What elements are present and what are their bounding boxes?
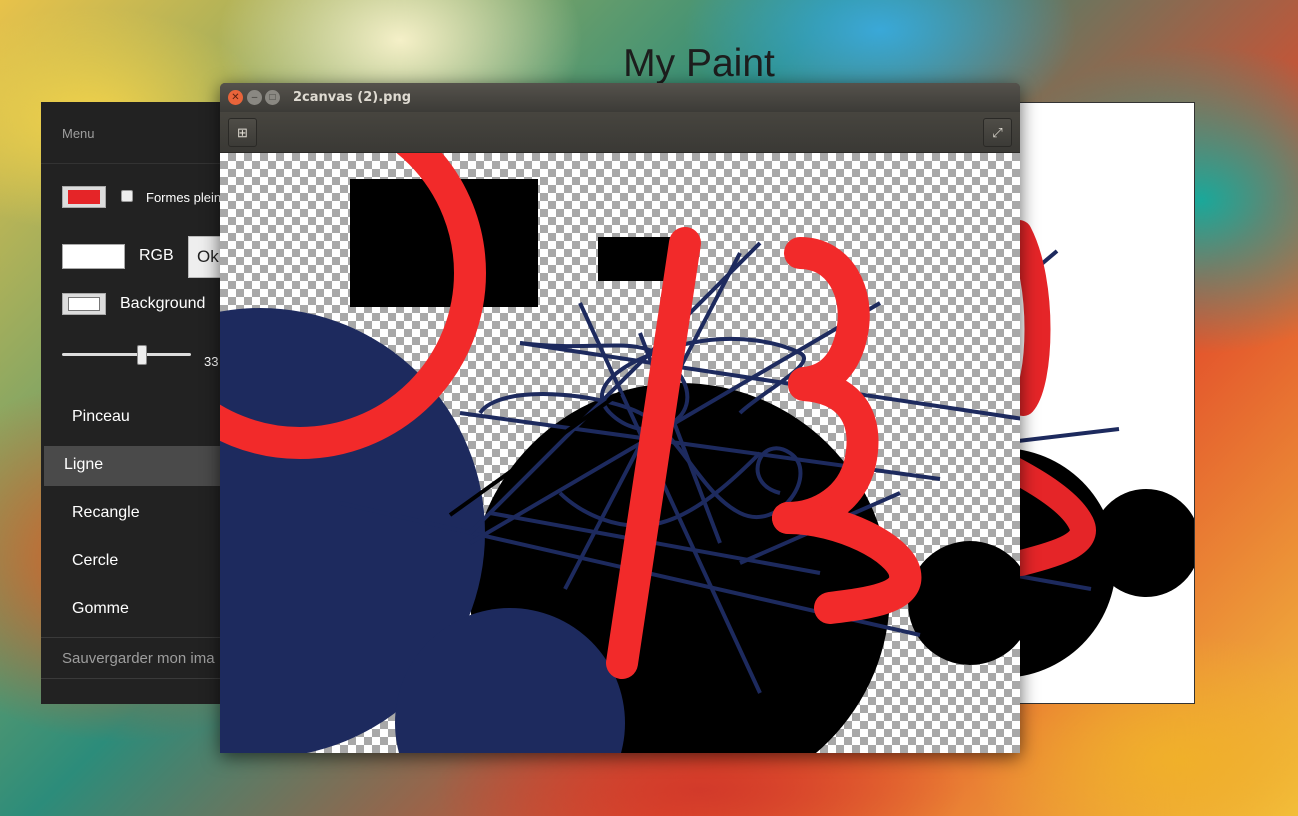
background-color-picker[interactable]: [62, 293, 106, 315]
window-title: 2canvas (2).png: [293, 90, 412, 105]
maximize-icon[interactable]: □: [265, 90, 280, 105]
size-slider-thumb[interactable]: [136, 345, 147, 365]
image-viewer-window: ✕ – □ 2canvas (2).png ⊞ ⤢: [220, 83, 1020, 753]
canvas-drawing: [1001, 220, 1194, 678]
image-display: [220, 153, 1020, 753]
page-title: My Paint: [623, 42, 775, 85]
window-titlebar[interactable]: ✕ – □ 2canvas (2).png: [220, 83, 1020, 112]
menu-divider: [41, 678, 231, 679]
rgb-input[interactable]: [62, 244, 125, 269]
drawing-canvas[interactable]: [1000, 102, 1195, 704]
filled-shapes-label: Formes plein: [146, 190, 222, 205]
close-icon[interactable]: ✕: [228, 90, 243, 105]
menu-header: Menu: [41, 102, 231, 164]
sidebar-menu: Menu Formes plein RGB Ok Background 33 P…: [41, 102, 238, 704]
size-value: 33: [204, 354, 219, 369]
background-color-swatch: [68, 297, 100, 311]
viewer-toolbar: ⊞ ⤢: [220, 112, 1020, 153]
tool-item-cercle[interactable]: Cercle: [44, 542, 230, 582]
menu-divider: [41, 637, 231, 638]
stroke-color-swatch: [68, 190, 100, 204]
size-slider-track[interactable]: [62, 353, 191, 356]
background-label: Background: [120, 295, 206, 312]
plus-icon[interactable]: ⊞: [228, 118, 257, 147]
save-image-link[interactable]: Sauvergarder mon ima: [62, 650, 215, 667]
tool-item-pinceau[interactable]: Pinceau: [44, 398, 230, 438]
stroke-color-picker[interactable]: [62, 186, 106, 208]
tool-item-gomme[interactable]: Gomme: [44, 590, 230, 630]
rgb-label: RGB: [139, 247, 174, 264]
filled-shapes-checkbox[interactable]: [121, 190, 133, 202]
displayed-image: [220, 153, 1020, 753]
fullscreen-icon[interactable]: ⤢: [983, 118, 1012, 147]
tool-item-ligne[interactable]: Ligne: [44, 446, 230, 486]
tool-item-recangle[interactable]: Recangle: [44, 494, 230, 534]
minimize-icon[interactable]: –: [247, 90, 262, 105]
